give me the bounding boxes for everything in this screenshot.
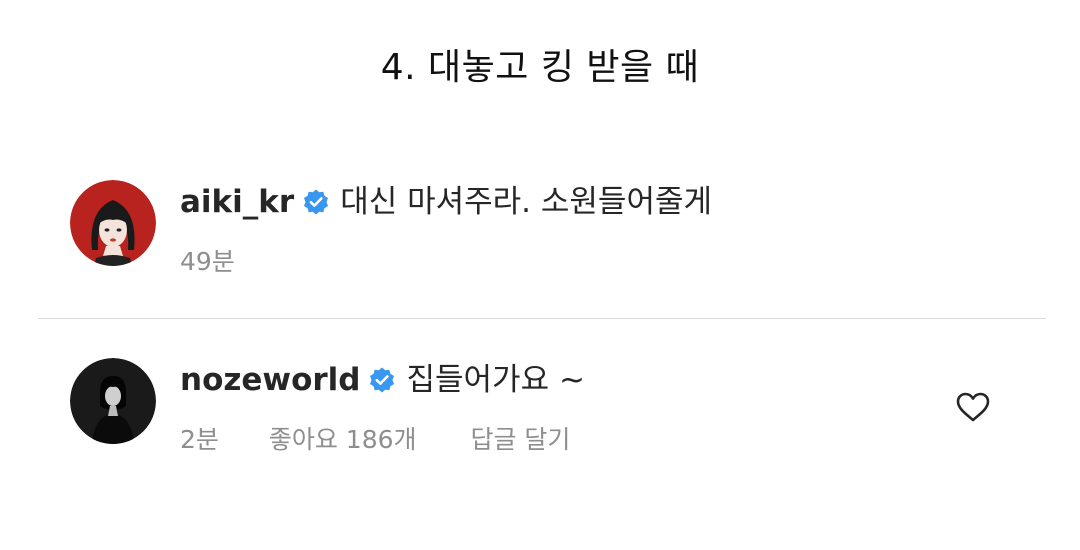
page-title: 4. 대놓고 킹 받을 때 [380,47,700,88]
reply-button[interactable]: 답글 달기 [470,425,570,454]
comment-meta: 2분 좋아요 186개 답글 달기 [180,420,612,456]
avatar[interactable] [70,358,156,444]
comment-meta: 49분 [180,242,277,278]
comment-time: 2분 [180,425,219,454]
comment-text: 대신 마셔주라. 소원들어줄게 [340,184,713,220]
verified-badge-icon [368,366,396,394]
avatar[interactable] [70,180,156,266]
comment-time: 49분 [180,247,235,276]
likes-count[interactable]: 좋아요 186개 [269,425,417,454]
username[interactable]: aiki_kr [180,182,294,222]
comment-text: 집들어가요 ~ [406,362,585,398]
heart-icon[interactable] [956,392,990,422]
verified-badge-icon [302,188,330,216]
username[interactable]: nozeworld [180,360,360,400]
divider [38,318,1046,319]
